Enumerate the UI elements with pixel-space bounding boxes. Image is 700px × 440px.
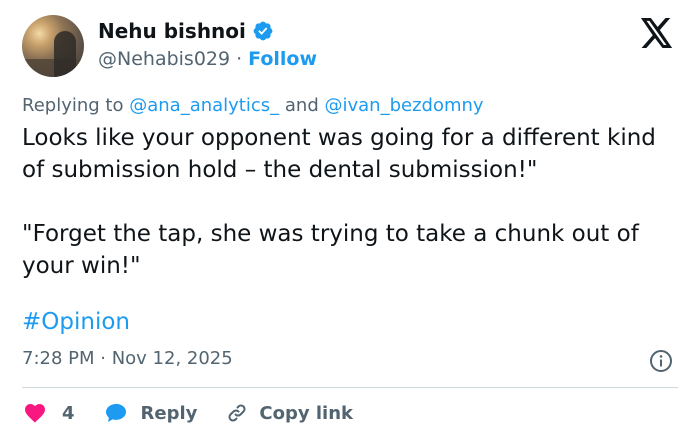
copy-link-label: Copy link <box>259 402 353 424</box>
handle-separator: · <box>236 48 243 70</box>
copy-link-button[interactable]: Copy link <box>225 401 353 425</box>
tweet-paragraph: Looks like your opponent was going for a… <box>22 125 656 183</box>
reply-label: Reply <box>140 402 198 424</box>
reply-button[interactable]: Reply <box>103 401 198 425</box>
verified-badge-icon <box>253 21 273 41</box>
reply-user-link[interactable]: @ivan_bezdomny <box>325 95 484 116</box>
like-button[interactable]: 4 <box>22 401 75 425</box>
follow-button[interactable]: Follow <box>248 48 317 70</box>
tweet-text: Looks like your opponent was going for a… <box>22 122 682 282</box>
hashtag-link[interactable]: #Opinion <box>22 309 130 335</box>
tweet-paragraph: "Forget the tap, she was trying to take … <box>22 221 639 279</box>
avatar[interactable] <box>22 15 84 77</box>
reply-prefix: Replying to <box>22 95 124 116</box>
reply-bubble-icon <box>105 403 126 422</box>
heart-icon <box>25 404 45 423</box>
author-name[interactable]: Nehu bishnoi <box>98 19 246 43</box>
x-logo-icon[interactable] <box>640 18 674 48</box>
author-handle-row: @Nehabis029 · Follow <box>98 48 317 70</box>
author-handle[interactable]: @Nehabis029 <box>98 48 230 70</box>
like-count: 4 <box>62 402 75 424</box>
info-icon[interactable] <box>649 349 673 373</box>
action-bar: 4 Reply Copy link <box>22 399 353 427</box>
reply-user-link[interactable]: @ana_analytics_ <box>129 95 279 116</box>
link-icon <box>228 404 246 422</box>
tweet-timestamp[interactable]: 7:28 PM · Nov 12, 2025 <box>22 348 233 369</box>
divider <box>22 387 678 388</box>
avatar-figure <box>54 31 76 77</box>
reply-context: Replying to @ana_analytics_ and @ivan_be… <box>22 95 484 116</box>
author-name-row: Nehu bishnoi <box>98 19 274 43</box>
reply-conjunction: and <box>284 95 319 116</box>
